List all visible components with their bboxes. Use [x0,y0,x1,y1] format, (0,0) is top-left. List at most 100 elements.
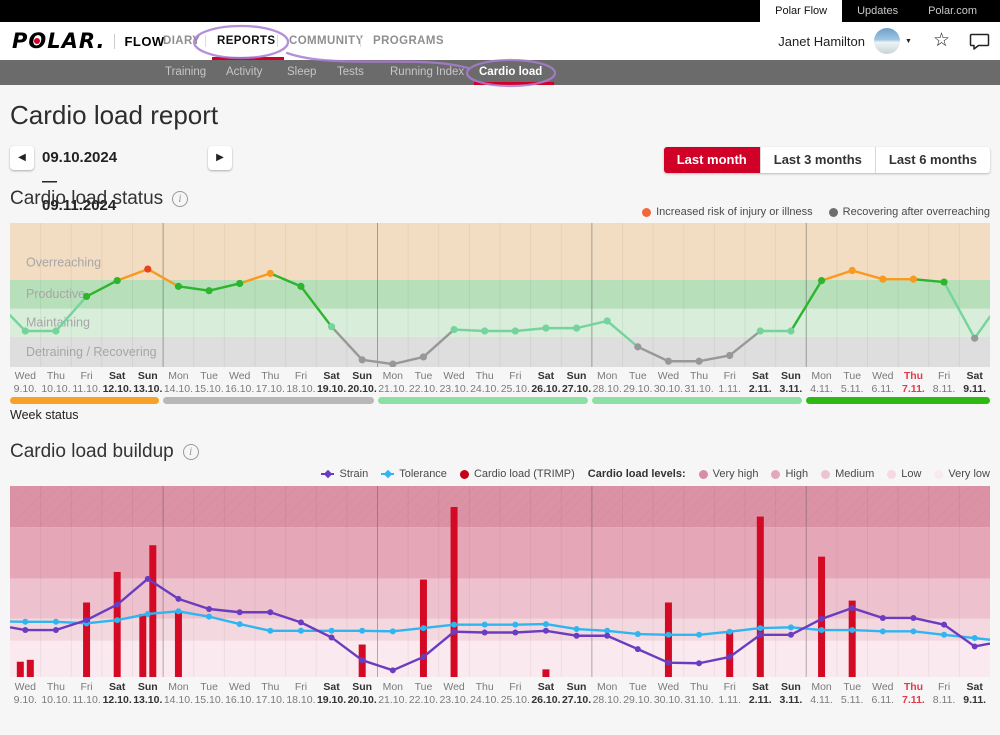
level-label: Medium [835,468,874,480]
axis-day-name: Mon [592,681,623,694]
axis-date: 2.11. [745,383,776,396]
legend-dot-icon [829,208,838,217]
axis-day-name: Fri [714,681,745,694]
axis-label-wed-9-10: Wed9.10. [10,370,41,397]
user-block: Janet Hamilton ▼ ☆ [778,22,990,60]
legend-line-icon [381,473,394,475]
level-item-very-low: Very low [934,468,990,480]
level-label: Very low [948,468,990,480]
axis-day-name: Wed [224,370,255,383]
nav-item-reports[interactable]: REPORTS [217,22,275,60]
axis-day-name: Mon [806,681,837,694]
axis-date: 20.10. [347,383,378,396]
axis-label-thu-7-11: Thu7.11. [898,370,929,397]
cardio-load-levels-label: Cardio load levels: [588,468,686,480]
axis-date: 18.10. [286,694,317,707]
user-menu-caret-icon[interactable]: ▼ [905,38,912,45]
nav-separator [277,35,278,47]
axis-label-fri-8-11: Fri8.11. [929,370,960,397]
subnav-item-activity[interactable]: Activity [226,60,262,85]
axis-day-name: Tue [194,370,225,383]
axis-day-name: Fri [286,681,317,694]
axis-label-mon-21-10: Mon21.10. [378,681,409,708]
axis-label-thu-31-10: Thu31.10. [684,370,715,397]
axis-date: 24.10. [469,694,500,707]
week-status-segment-detraining [163,397,373,404]
buildup-chart-x-axis: Wed9.10.Thu10.10.Fri11.10.Sat12.10.Sun13… [10,681,990,708]
user-name[interactable]: Janet Hamilton [778,34,865,49]
topbar-tab-polar-com[interactable]: Polar.com [913,0,992,22]
axis-day-name: Sat [745,370,776,383]
buildup-info-icon[interactable]: i [183,444,199,460]
axis-label-thu-17-10: Thu17.10. [255,370,286,397]
buildup-legend: StrainToleranceCardio load (TRIMP)Cardio… [321,468,990,480]
legend-label: Recovering after overreaching [843,206,990,218]
range-button-last-6-months[interactable]: Last 6 months [875,147,990,173]
flow-product-label: FLOW [114,34,164,49]
axis-day-name: Fri [714,370,745,383]
axis-day-name: Wed [224,681,255,694]
level-dot-icon [887,470,896,479]
axis-label-sat-9-11: Sat9.11. [959,681,990,708]
subnav-item-tests[interactable]: Tests [337,60,364,85]
axis-day-name: Sat [316,370,347,383]
legend-diamond-icon [384,470,392,478]
cardio-load-status-chart[interactable]: OverreachingProductiveMaintainingDetrain… [10,223,990,367]
axis-label-sat-26-10: Sat26.10. [531,370,562,397]
axis-label-fri-11-10: Fri11.10. [71,370,102,397]
axis-date: 1.11. [714,383,745,396]
axis-day-name: Mon [378,370,409,383]
user-avatar[interactable] [874,28,900,54]
axis-day-name: Sun [347,370,378,383]
axis-date: 22.10. [408,383,439,396]
week-status-segment-maintaining [592,397,802,404]
subnav-item-sleep[interactable]: Sleep [287,60,316,85]
axis-label-sun-27-10: Sun27.10. [561,370,592,397]
axis-day-name: Wed [653,681,684,694]
axis-date: 16.10. [224,694,255,707]
axis-day-name: Sun [561,681,592,694]
level-dot-icon [771,470,780,479]
axis-date: 9.10. [10,383,41,396]
axis-date: 23.10. [439,383,470,396]
axis-date: 18.10. [286,383,317,396]
axis-label-thu-24-10: Thu24.10. [469,681,500,708]
range-button-last-3-months[interactable]: Last 3 months [760,147,875,173]
legend-item-strain: Strain [321,468,368,480]
subnav-item-training[interactable]: Training [165,60,206,85]
level-item-very-high: Very high [699,468,759,480]
cardio-load-buildup-chart[interactable] [10,486,990,677]
axis-day-name: Thu [684,681,715,694]
favorites-star-icon[interactable]: ☆ [933,22,950,60]
buildup-section-title: Cardio load buildup i [10,441,199,463]
axis-day-name: Thu [898,370,929,383]
axis-day-name: Tue [623,370,654,383]
range-button-last-month[interactable]: Last month [664,147,760,173]
axis-day-name: Sun [561,370,592,383]
subnav-active-underline [474,82,554,85]
topbar-tab-polar-flow[interactable]: Polar Flow [760,0,842,22]
prev-period-button[interactable] [10,146,34,170]
level-item-high: High [771,468,808,480]
axis-date: 20.10. [347,694,378,707]
axis-day-name: Thu [41,370,72,383]
axis-label-sat-26-10: Sat26.10. [531,681,562,708]
topbar-tab-updates[interactable]: Updates [842,0,913,22]
nav-item-diary[interactable]: DIARY [163,22,200,60]
axis-day-name: Sat [959,681,990,694]
next-period-button[interactable] [208,146,232,170]
status-section-title: Cardio load status i [10,188,188,210]
polar-logo[interactable]: POLAR. FLOW [12,22,165,60]
axis-label-tue-5-11: Tue5.11. [837,681,868,708]
axis-label-sat-2-11: Sat2.11. [745,681,776,708]
axis-label-wed-23-10: Wed23.10. [439,370,470,397]
axis-date: 3.11. [776,383,807,396]
feedback-chat-icon[interactable] [969,33,990,50]
axis-date: 3.11. [776,694,807,707]
nav-item-community[interactable]: COMMUNITY [289,22,364,60]
status-info-icon[interactable]: i [172,191,188,207]
axis-day-name: Tue [194,681,225,694]
nav-item-programs[interactable]: PROGRAMS [373,22,444,60]
axis-label-sat-12-10: Sat12.10. [102,370,133,397]
subnav-item-running-index[interactable]: Running Index [390,60,464,85]
